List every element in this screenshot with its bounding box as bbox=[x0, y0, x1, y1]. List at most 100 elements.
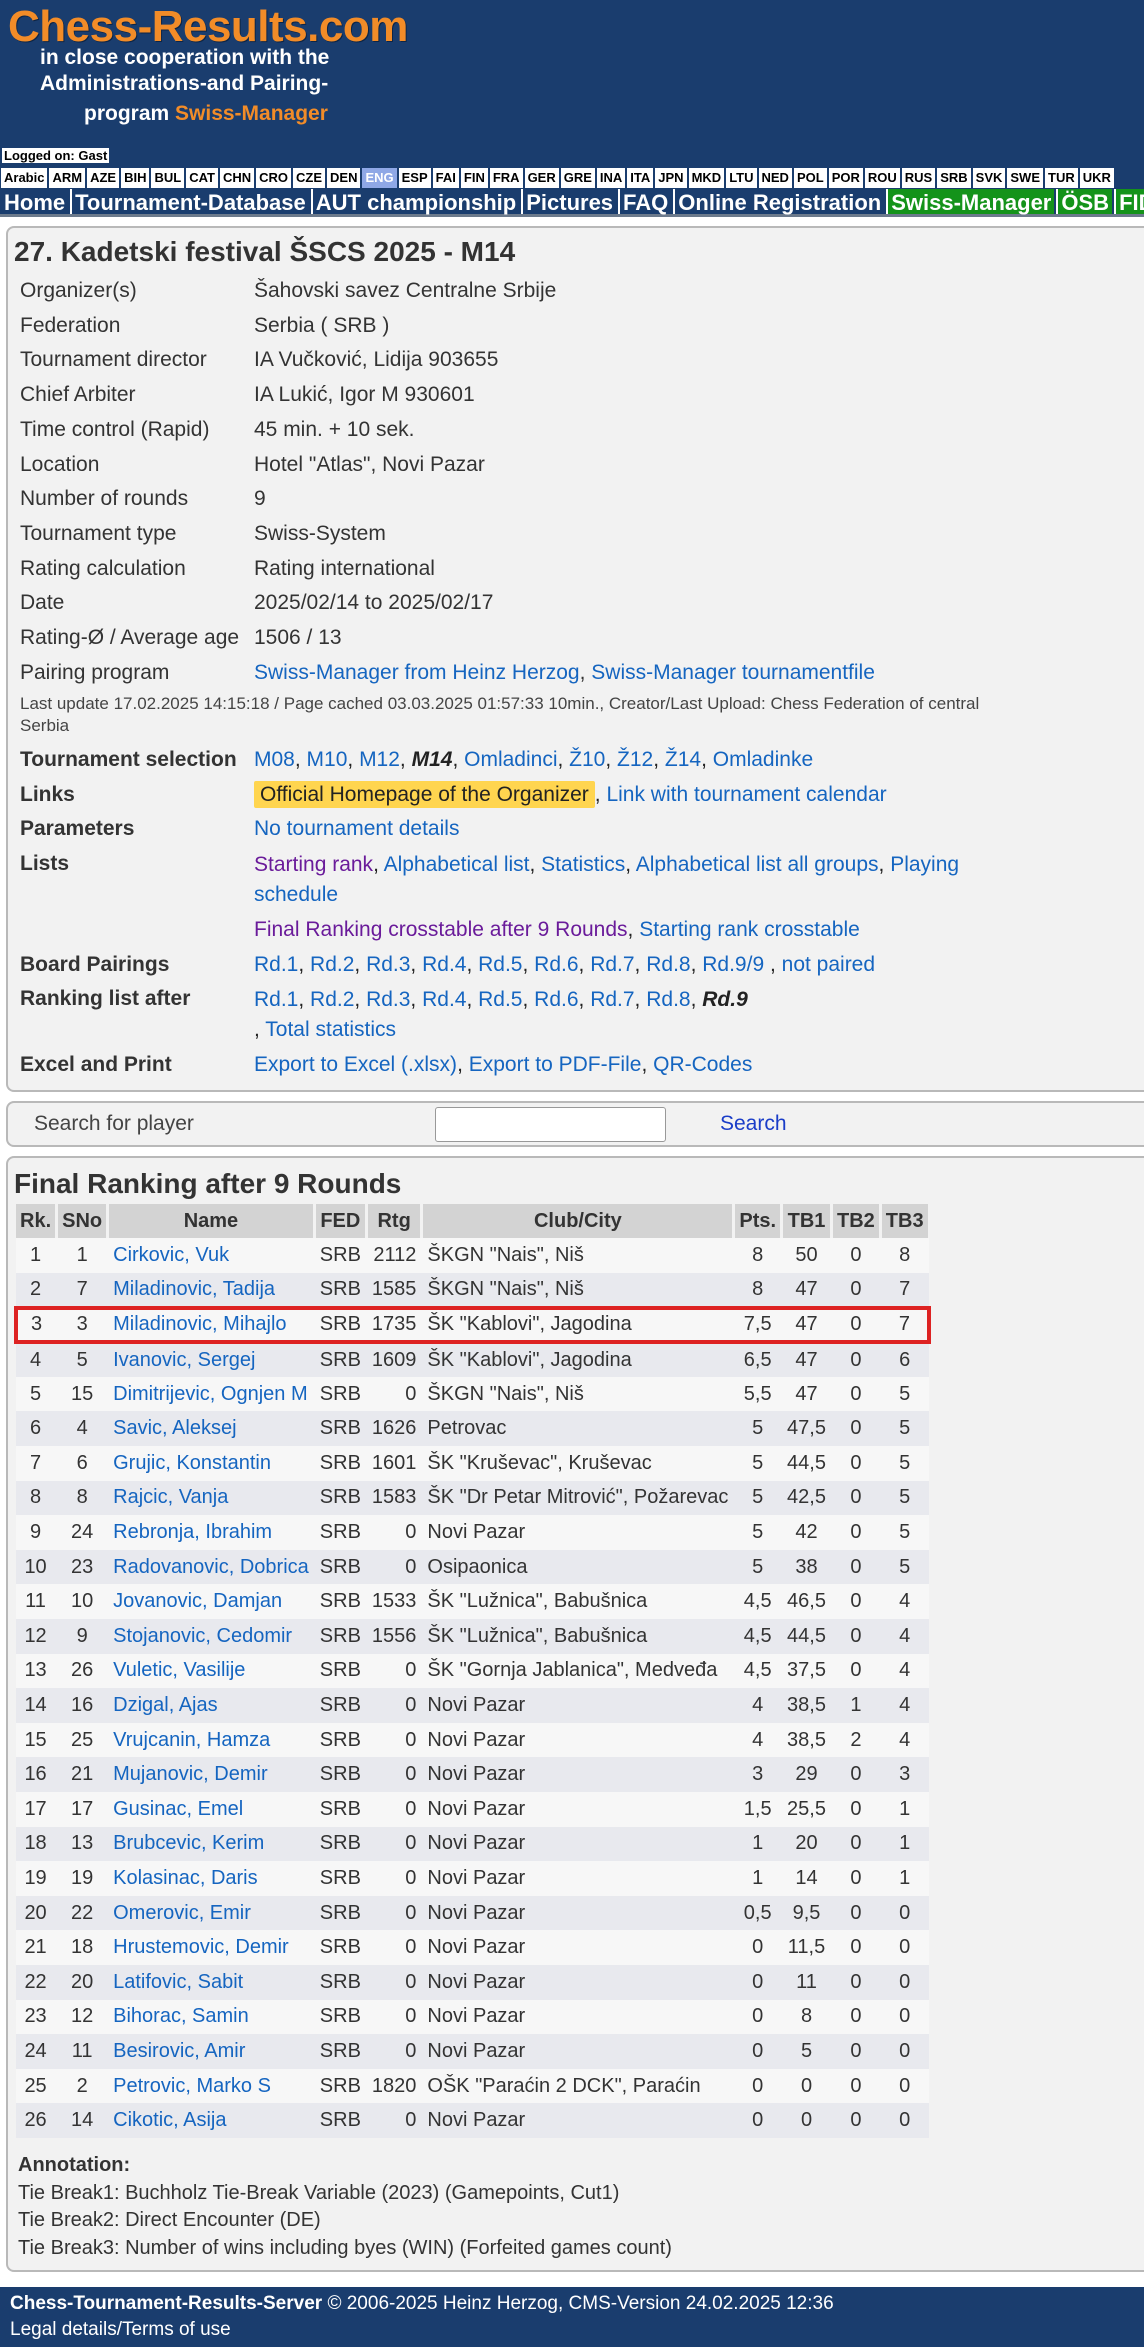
tournament-details-link[interactable]: No tournament details bbox=[254, 817, 459, 840]
total-statistics-link[interactable]: Total statistics bbox=[265, 1018, 396, 1041]
language-svk[interactable]: SVK bbox=[972, 168, 1006, 188]
language-eng[interactable]: ENG bbox=[362, 168, 397, 188]
menu-item-online-registration[interactable]: Online Registration bbox=[673, 189, 885, 215]
language-fai[interactable]: FAI bbox=[432, 168, 459, 188]
column-header[interactable]: FED bbox=[314, 1204, 368, 1239]
language-srb[interactable]: SRB bbox=[937, 168, 971, 188]
player-name-link[interactable]: Gusinac, Emel bbox=[107, 1791, 315, 1827]
tournament-selection-item[interactable]: Omladinke bbox=[713, 748, 813, 771]
tournament-selection-item[interactable]: M10 bbox=[307, 748, 348, 771]
language-tur[interactable]: TUR bbox=[1045, 168, 1078, 188]
player-name-link[interactable]: Jovanovic, Damjan bbox=[107, 1584, 315, 1619]
ranking-list-link[interactable]: Rd.7 bbox=[590, 988, 634, 1011]
tournament-selection-item[interactable]: M12 bbox=[359, 748, 400, 771]
ranking-list-link[interactable]: Rd.6 bbox=[534, 988, 578, 1011]
player-name-link[interactable]: Cikotic, Asija bbox=[107, 2103, 315, 2138]
language-rus[interactable]: RUS bbox=[901, 168, 936, 188]
ranking-list-link[interactable]: Rd.5 bbox=[478, 988, 522, 1011]
board-pairing-link[interactable]: Rd.6 bbox=[534, 953, 578, 976]
not-paired-link[interactable]: not paired bbox=[782, 953, 875, 976]
site-logo[interactable]: Chess-Results.com bbox=[8, 2, 408, 52]
player-name-link[interactable]: Mujanovic, Demir bbox=[107, 1757, 315, 1792]
player-search-input[interactable] bbox=[435, 1106, 666, 1142]
language-bul[interactable]: BUL bbox=[151, 168, 185, 188]
player-name-link[interactable]: Dzigal, Ajas bbox=[107, 1688, 315, 1723]
lists-link[interactable]: Alphabetical list bbox=[384, 853, 530, 876]
language-ned[interactable]: NED bbox=[758, 168, 792, 188]
lists-link[interactable]: Starting rank crosstable bbox=[639, 918, 860, 941]
column-header[interactable]: SNo bbox=[56, 1204, 110, 1239]
board-pairing-link[interactable]: Rd.9/9 bbox=[702, 953, 764, 976]
board-pairing-link[interactable]: Rd.4 bbox=[422, 953, 466, 976]
player-name-link[interactable]: Radovanovic, Dobrica bbox=[107, 1549, 315, 1585]
language-ltu[interactable]: LTU bbox=[726, 168, 757, 188]
column-header[interactable]: TB3 bbox=[880, 1204, 931, 1239]
official-homepage-link[interactable]: Official Homepage of the Organizer bbox=[254, 780, 595, 808]
menu-item-fide[interactable]: FIDE bbox=[1114, 189, 1144, 215]
menu-item-pictures[interactable]: Pictures bbox=[521, 189, 617, 215]
language-swe[interactable]: SWE bbox=[1007, 168, 1044, 188]
column-header[interactable]: Rk. bbox=[16, 1204, 59, 1239]
player-name-link[interactable]: Stojanovic, Cedomir bbox=[107, 1619, 315, 1654]
ranking-list-link[interactable]: Rd.1 bbox=[254, 988, 298, 1011]
player-name-link[interactable]: Latifovic, Sabit bbox=[107, 1964, 315, 2000]
language-gre[interactable]: GRE bbox=[560, 168, 595, 188]
search-button[interactable]: Search bbox=[720, 1112, 787, 1136]
player-name-link[interactable]: Omerovic, Emir bbox=[107, 1895, 315, 1931]
language-mkd[interactable]: MKD bbox=[688, 168, 725, 188]
menu-item-swiss-manager[interactable]: Swiss-Manager bbox=[886, 189, 1055, 215]
swiss-manager-link[interactable]: Swiss-Manager from Heinz Herzog bbox=[254, 661, 580, 684]
menu-item--sb[interactable]: ÖSB bbox=[1056, 189, 1113, 215]
language-esp[interactable]: ESP bbox=[398, 168, 431, 188]
tournament-selection-item[interactable]: Ž12 bbox=[617, 748, 653, 771]
language-bih[interactable]: BIH bbox=[121, 168, 150, 188]
board-pairing-link[interactable]: Rd.5 bbox=[478, 953, 522, 976]
language-pol[interactable]: POL bbox=[793, 168, 827, 188]
player-name-link[interactable]: Rebronja, Ibrahim bbox=[107, 1515, 315, 1550]
player-name-link[interactable]: Cirkovic, Vuk bbox=[107, 1238, 315, 1274]
ranking-list-link[interactable]: Rd.2 bbox=[310, 988, 354, 1011]
lists-link[interactable]: Statistics bbox=[541, 853, 625, 876]
lists-link[interactable]: Final Ranking crosstable after 9 Rounds bbox=[254, 918, 628, 941]
language-fin[interactable]: FIN bbox=[460, 168, 488, 188]
player-name-link[interactable]: Rajcic, Vanja bbox=[107, 1480, 315, 1516]
column-header[interactable]: Pts. bbox=[733, 1204, 784, 1239]
player-name-link[interactable]: Grujic, Konstantin bbox=[107, 1446, 315, 1481]
board-pairing-link[interactable]: Rd.2 bbox=[310, 953, 354, 976]
language-ita[interactable]: ITA bbox=[627, 168, 654, 188]
player-name-link[interactable]: Bihorac, Samin bbox=[107, 1999, 315, 2035]
board-pairing-link[interactable]: Rd.7 bbox=[590, 953, 634, 976]
language-ina[interactable]: INA bbox=[596, 168, 626, 188]
player-name-link[interactable]: Miladinovic, Tadija bbox=[107, 1273, 315, 1308]
language-cro[interactable]: CRO bbox=[256, 168, 292, 188]
player-name-link[interactable]: Savic, Aleksej bbox=[107, 1411, 315, 1447]
column-header[interactable]: Name bbox=[107, 1204, 316, 1239]
language-jpn[interactable]: JPN bbox=[655, 168, 687, 188]
player-name-link[interactable]: Ivanovic, Sergej bbox=[107, 1342, 315, 1377]
board-pairing-link[interactable]: Rd.8 bbox=[646, 953, 690, 976]
tournamentfile-link[interactable]: Swiss-Manager tournamentfile bbox=[591, 661, 875, 684]
language-cat[interactable]: CAT bbox=[186, 168, 218, 188]
player-name-link[interactable]: Vrujcanin, Hamza bbox=[107, 1722, 315, 1758]
player-name-link[interactable]: Petrovic, Marko S bbox=[107, 2068, 315, 2104]
export-link[interactable]: QR-Codes bbox=[653, 1053, 752, 1076]
language-arabic[interactable]: Arabic bbox=[1, 168, 48, 188]
column-header[interactable]: TB1 bbox=[781, 1204, 833, 1239]
legal-link[interactable]: Legal details/Terms of use bbox=[10, 2317, 1134, 2343]
language-cze[interactable]: CZE bbox=[293, 168, 326, 188]
player-name-link[interactable]: Dimitrijevic, Ognjen M bbox=[107, 1376, 315, 1412]
column-header[interactable]: TB2 bbox=[831, 1204, 882, 1239]
player-name-link[interactable]: Brubcevic, Kerim bbox=[107, 1826, 315, 1862]
ranking-list-link[interactable]: Rd.3 bbox=[366, 988, 410, 1011]
board-pairing-link[interactable]: Rd.3 bbox=[366, 953, 410, 976]
player-name-link[interactable]: Kolasinac, Daris bbox=[107, 1861, 315, 1896]
column-header[interactable]: Rtg bbox=[366, 1204, 424, 1239]
player-name-link[interactable]: Besirovic, Amir bbox=[107, 2034, 315, 2069]
player-name-link[interactable]: Hrustemovic, Demir bbox=[107, 1930, 315, 1965]
lists-link[interactable]: Starting rank bbox=[254, 853, 373, 876]
tournament-selection-item[interactable]: Ž14 bbox=[665, 748, 701, 771]
language-fra[interactable]: FRA bbox=[489, 168, 523, 188]
language-ger[interactable]: GER bbox=[524, 168, 559, 188]
language-rou[interactable]: ROU bbox=[864, 168, 900, 188]
menu-item-tournament-database[interactable]: Tournament-Database bbox=[70, 189, 309, 215]
